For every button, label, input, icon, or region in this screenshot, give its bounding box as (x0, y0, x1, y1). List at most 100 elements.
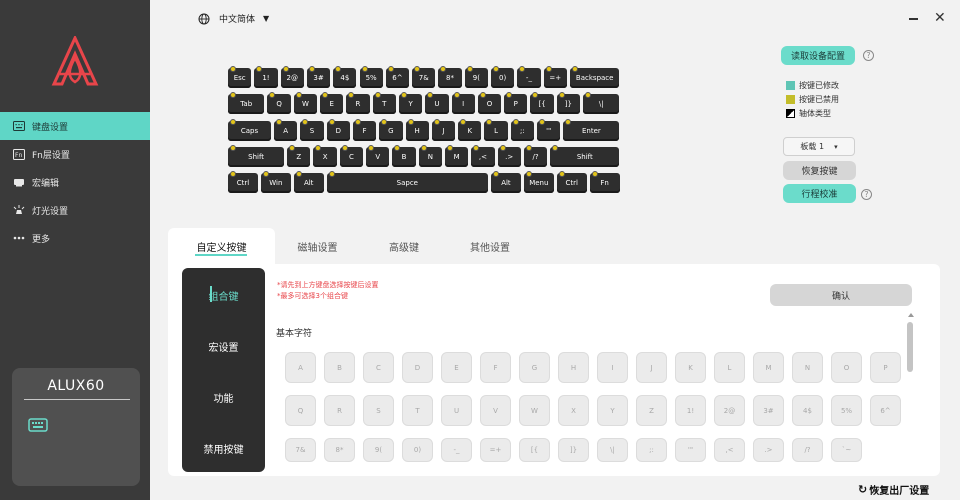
char-key[interactable]: X (558, 395, 589, 426)
char-key[interactable]: 5% (831, 395, 862, 426)
char-key[interactable]: D (402, 352, 433, 383)
key-0[interactable]: 0) (491, 66, 515, 88)
key-tab[interactable]: Tab (228, 92, 265, 115)
key-d[interactable]: D (326, 118, 350, 141)
key-h[interactable]: H (405, 118, 429, 141)
key-backspace[interactable]: Backspace (569, 66, 620, 88)
key-ctrl[interactable]: Ctrl (556, 171, 587, 194)
key-7[interactable]: 7& (412, 66, 436, 88)
char-key[interactable]: 9( (363, 438, 394, 462)
key-symbol[interactable]: '" (537, 118, 561, 141)
key-menu[interactable]: Menu (523, 171, 554, 194)
device-card[interactable]: ALUX60 (12, 368, 140, 486)
read-config-button[interactable]: 读取设备配置 (781, 46, 855, 65)
char-key[interactable]: S (363, 395, 394, 426)
char-key[interactable]: ]} (558, 438, 589, 462)
char-key[interactable]: J (636, 352, 667, 383)
char-key[interactable]: O (831, 352, 862, 383)
language-selector[interactable]: 中文简体 ▼ (198, 12, 269, 25)
confirm-button[interactable]: 确认 (770, 284, 912, 306)
char-key[interactable]: N (792, 352, 823, 383)
char-key[interactable]: 1! (675, 395, 706, 426)
key-e[interactable]: E (320, 92, 344, 115)
char-key[interactable]: .> (753, 438, 784, 462)
char-key[interactable]: Z (636, 395, 667, 426)
key-b[interactable]: B (392, 144, 416, 167)
key-symbol[interactable]: =+ (543, 66, 567, 88)
key-x[interactable]: X (313, 144, 337, 167)
key-j[interactable]: J (431, 118, 456, 141)
key-u[interactable]: U (425, 92, 449, 115)
key-o[interactable]: O (477, 92, 502, 115)
sidebar-item-keyboard-settings[interactable]: 键盘设置 (0, 112, 150, 140)
char-key[interactable]: 2@ (714, 395, 745, 426)
key-f[interactable]: F (352, 118, 377, 141)
char-key[interactable]: T (402, 395, 433, 426)
factory-reset-button[interactable]: ↻ 恢复出厂设置 (858, 482, 929, 497)
char-key[interactable]: Y (597, 395, 628, 426)
key-s[interactable]: S (300, 118, 324, 141)
char-key[interactable]: C (363, 352, 394, 383)
key-1[interactable]: 1! (254, 66, 278, 88)
char-key[interactable]: =+ (480, 438, 511, 462)
char-key[interactable]: H (558, 352, 589, 383)
key-ctrl[interactable]: Ctrl (228, 171, 258, 194)
key-c[interactable]: C (339, 144, 364, 167)
char-key[interactable]: 4$ (792, 395, 823, 426)
subnav-disable-keys[interactable]: 禁用按键 (182, 441, 265, 456)
char-key[interactable]: Q (285, 395, 316, 426)
key-symbol[interactable]: .> (497, 144, 521, 167)
key-i[interactable]: I (451, 92, 475, 115)
key-n[interactable]: N (418, 144, 442, 167)
char-key[interactable]: R (324, 395, 355, 426)
char-key[interactable]: A (285, 352, 316, 383)
key-t[interactable]: T (372, 92, 396, 115)
key-win[interactable]: Win (260, 171, 291, 194)
char-key[interactable]: /? (792, 438, 823, 462)
char-key[interactable]: E (441, 352, 472, 383)
restore-keys-button[interactable]: 恢复按键 (783, 161, 856, 180)
minimize-icon[interactable] (909, 18, 918, 20)
char-key[interactable]: U (441, 395, 472, 426)
key-2[interactable]: 2@ (280, 66, 304, 88)
subnav-combo-keys[interactable]: 组合键 (182, 288, 265, 303)
key-symbol[interactable]: ,< (471, 144, 495, 167)
key-q[interactable]: Q (267, 92, 291, 115)
key-symbol[interactable]: \| (583, 92, 620, 115)
char-key[interactable]: M (753, 352, 784, 383)
key-alt[interactable]: Alt (491, 171, 521, 194)
key-k[interactable]: K (458, 118, 482, 141)
key-3[interactable]: 3# (306, 66, 331, 88)
help-icon[interactable]: ? (863, 50, 874, 61)
key-g[interactable]: G (379, 118, 403, 141)
key-symbol[interactable]: [{ (530, 92, 554, 115)
subnav-function[interactable]: 功能 (182, 390, 265, 405)
scrollbar-thumb[interactable] (907, 322, 913, 372)
char-key[interactable]: [{ (519, 438, 550, 462)
key-fn[interactable]: Fn (589, 171, 620, 194)
key-symbol[interactable]: ]} (556, 92, 581, 115)
key-sapce[interactable]: Sapce (326, 171, 488, 194)
key-caps[interactable]: Caps (228, 118, 272, 141)
char-key[interactable]: 8* (324, 438, 355, 462)
char-key[interactable]: -_ (441, 438, 472, 462)
char-key[interactable]: 6^ (870, 395, 901, 426)
subnav-macro[interactable]: 宏设置 (182, 339, 265, 354)
key-z[interactable]: Z (287, 144, 311, 167)
key-r[interactable]: R (346, 92, 370, 115)
char-key[interactable]: V (480, 395, 511, 426)
key-8[interactable]: 8* (438, 66, 462, 88)
key-symbol[interactable]: ;: (510, 118, 535, 141)
close-icon[interactable]: ✕ (934, 10, 946, 26)
tab-magnetic-axis[interactable]: 磁轴设置 (275, 228, 360, 264)
key-shift[interactable]: Shift (228, 144, 285, 167)
key-5[interactable]: 5% (359, 66, 383, 88)
key-p[interactable]: P (504, 92, 528, 115)
char-key[interactable]: 3# (753, 395, 784, 426)
char-key[interactable]: \| (597, 438, 628, 462)
tab-advanced-keys[interactable]: 高级键 (360, 228, 448, 264)
key-4[interactable]: 4$ (333, 66, 357, 88)
tab-custom-keys[interactable]: 自定义按键 (168, 228, 275, 264)
key-m[interactable]: M (444, 144, 469, 167)
char-key[interactable]: P (870, 352, 901, 383)
